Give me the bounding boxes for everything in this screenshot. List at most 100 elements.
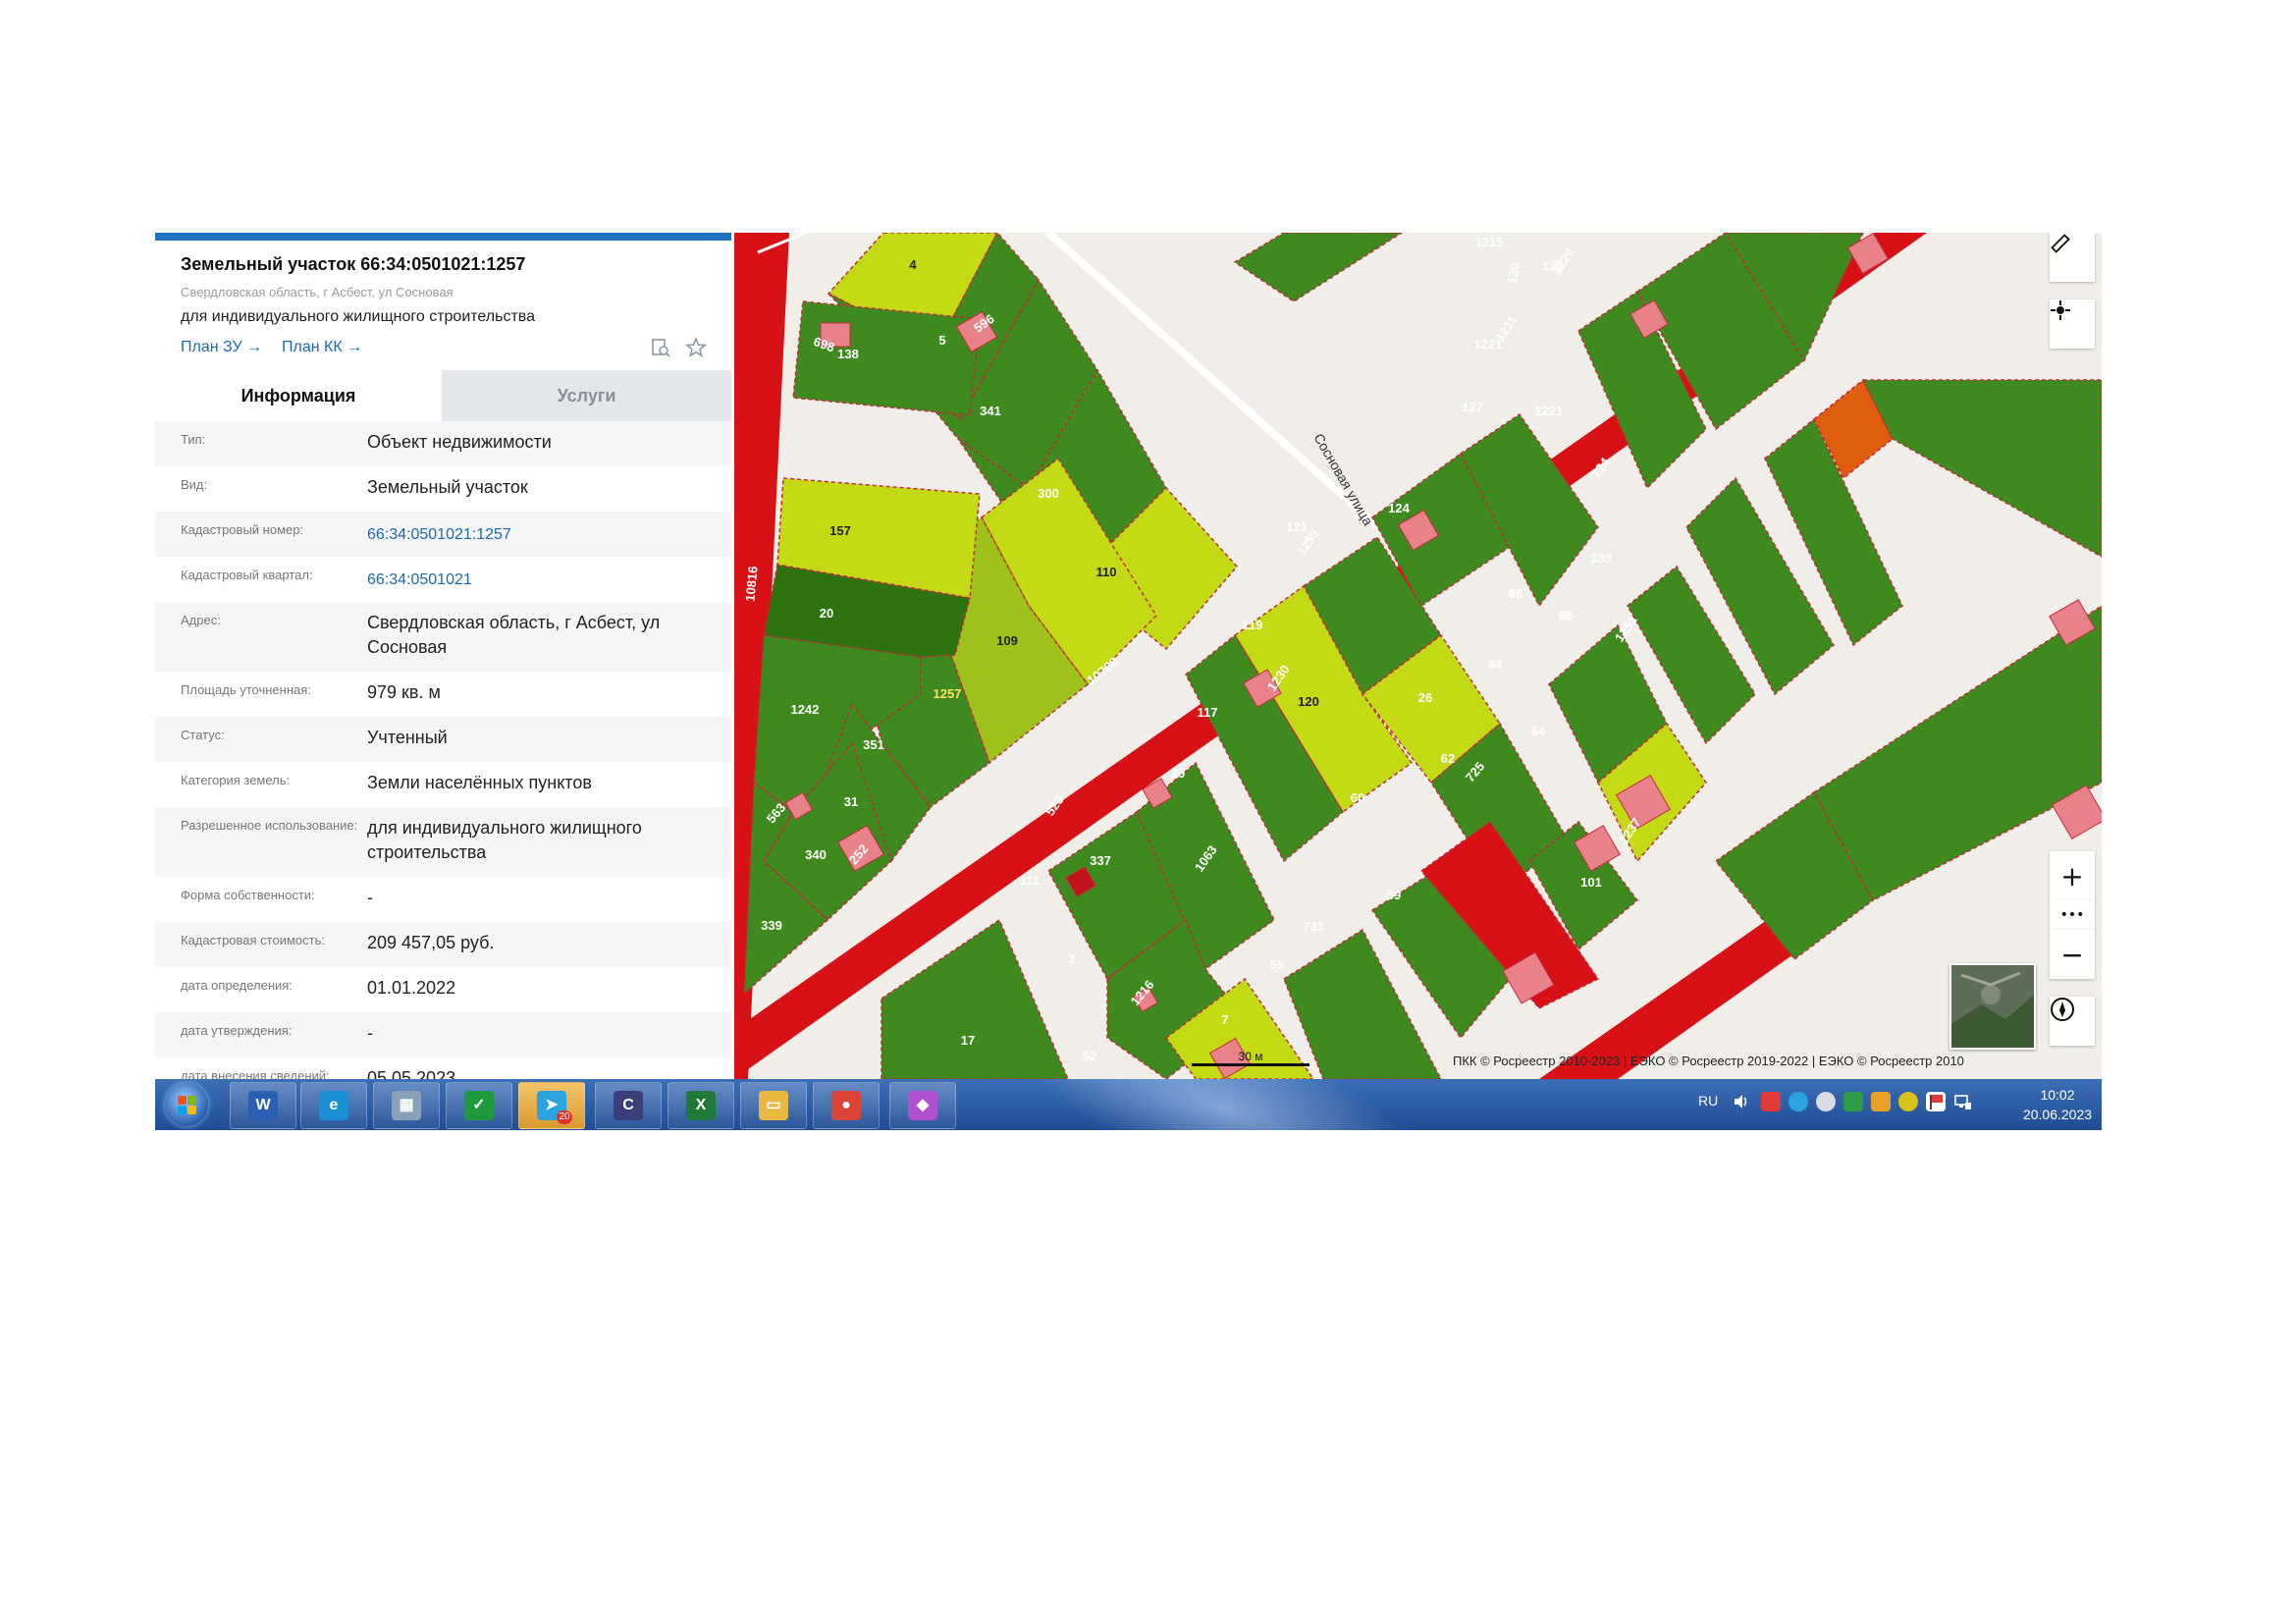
object-purpose: для индивидуального жилищного строительс…: [181, 308, 535, 325]
tray-flag-icon[interactable]: [1926, 1092, 1946, 1111]
label-parcel-5: 5: [938, 333, 945, 348]
start-button[interactable]: [165, 1083, 208, 1126]
start-logo-quad: [187, 1096, 196, 1105]
ie-app-button[interactable]: e: [300, 1082, 367, 1129]
taskbar: We ▦ ✓ ➤ 20 C X ▭ ● ◆ RU 10:02 20.06.2023: [155, 1079, 2102, 1130]
row-label: Статус:: [181, 728, 225, 742]
info-row-cadastral-value: Кадастровая стоимость: 209 457,05 руб.: [155, 922, 731, 967]
label-parcel-157: 157: [829, 523, 851, 538]
ruler-icon[interactable]: [2050, 233, 2095, 282]
label-parcel-20: 20: [820, 606, 833, 621]
label-parcel-119: 119: [1243, 618, 1263, 632]
label-parcel-17: 17: [961, 1033, 975, 1048]
explorer-app-button[interactable]: ▭: [740, 1082, 807, 1129]
row-value: 01.01.2022: [367, 978, 456, 998]
label-parcel-339: 339: [761, 918, 782, 933]
info-row-date-entered: дата внесения сведений: 05.05.2023: [155, 1057, 731, 1079]
row-value: -: [367, 1023, 373, 1043]
cadastral-quarter-link[interactable]: 66:34:0501021: [367, 568, 711, 592]
tray-app-icon-5[interactable]: [1871, 1092, 1891, 1111]
info-row-date-determined: дата определения: 01.01.2022: [155, 967, 731, 1012]
system-clock[interactable]: 10:02 20.06.2023: [2018, 1085, 2097, 1124]
info-row-permitted-use: Разрешенное использование: для индивидуал…: [155, 807, 731, 877]
calculator-icon: ▦: [392, 1091, 421, 1120]
label-parcel-109: 109: [996, 633, 1018, 648]
zoom-in-icon[interactable]: +: [2050, 851, 2095, 900]
label-parcel-130a: 130: [1504, 261, 1522, 285]
info-row-ownership: Форма собственности: -: [155, 877, 731, 922]
locate-icon[interactable]: [2050, 299, 2095, 349]
language-indicator[interactable]: RU: [1698, 1093, 1718, 1109]
row-value: 05.05.2023: [367, 1068, 456, 1079]
search-document-icon[interactable]: [650, 337, 671, 358]
ccleaner-app-button[interactable]: C: [595, 1082, 662, 1129]
zoom-out-icon[interactable]: −: [2050, 930, 2095, 979]
antivirus-app-button[interactable]: ✓: [446, 1082, 512, 1129]
label-parcel-1242: 1242: [791, 702, 820, 717]
calculator-app-button[interactable]: ▦: [373, 1082, 440, 1129]
map-attribution: ПКК © Росреестр 2010-2023 | ЕЭКО © Росре…: [1453, 1054, 1964, 1068]
telegram-app-button[interactable]: ➤ 20: [518, 1082, 585, 1129]
label-parcel-64b: 64: [1531, 724, 1546, 738]
info-row-area: Площадь уточненная: 979 кв. м: [155, 672, 731, 717]
info-rows: Тип: Объект недвижимости Вид: Земельный уч…: [155, 421, 731, 1079]
label-parcel-26: 26: [1418, 690, 1432, 705]
tray-app-icon-1[interactable]: [1761, 1092, 1781, 1111]
label-parcel-121: 121: [1286, 519, 1308, 534]
info-row-kind: Вид: Земельный участок: [155, 466, 731, 512]
label-parcel-337: 337: [1090, 853, 1111, 868]
row-value: -: [367, 888, 373, 907]
row-label: Кадастровая стоимость:: [181, 933, 325, 947]
ccleaner-icon: C: [614, 1091, 643, 1120]
cadastral-number-link[interactable]: 66:34:0501021:1257: [367, 522, 711, 547]
gem-app-button[interactable]: ◆: [889, 1082, 956, 1129]
parcel-698-138[interactable]: [792, 300, 981, 416]
tray-app-icon-2[interactable]: [1789, 1092, 1808, 1111]
more-icon[interactable]: •••: [2050, 900, 2095, 930]
star-icon[interactable]: [684, 336, 708, 358]
row-label: дата утверждения:: [181, 1023, 293, 1038]
excel-icon: X: [686, 1091, 716, 1120]
scale-label: 30 м: [1238, 1050, 1263, 1063]
label-parcel-333: 333: [1590, 551, 1612, 566]
word-app-button[interactable]: W: [230, 1082, 296, 1129]
plan-kk-link[interactable]: План КК →: [282, 339, 362, 356]
parcel-1215[interactable]: [1233, 233, 1404, 302]
info-row-status: Статус: Учтенный: [155, 717, 731, 762]
info-row-type: Тип: Объект недвижимости: [155, 421, 731, 466]
row-label: дата определения:: [181, 978, 293, 993]
compass-icon[interactable]: [2050, 997, 2095, 1046]
start-logo-quad: [178, 1096, 187, 1105]
excel-app-button[interactable]: X: [667, 1082, 734, 1129]
tray-app-icon-3[interactable]: [1816, 1092, 1836, 1111]
map-canvas[interactable]: 4 5 596 341 300 110 109 1257 351 1242 20…: [734, 233, 2102, 1079]
row-label: Форма собственности:: [181, 888, 315, 902]
info-row-cadastral-number: Кадастровый номер: 66:34:0501021:1257: [155, 512, 731, 557]
tray-app-icon-4[interactable]: [1843, 1092, 1863, 1111]
explorer-icon: ▭: [759, 1091, 788, 1120]
network-icon[interactable]: [1953, 1092, 1973, 1111]
tray-app-icon-6[interactable]: [1898, 1092, 1918, 1111]
label-parcel-10816: 10816: [742, 566, 760, 602]
label-parcel-351: 351: [863, 737, 884, 752]
label-parcel-1229: 1229: [1549, 245, 1577, 277]
plan-zu-link[interactable]: План ЗУ →: [181, 339, 262, 356]
object-address-short: Свердловская область, г Асбест, ул Сосно…: [181, 285, 454, 299]
start-logo-quad: [178, 1106, 187, 1114]
tab-services[interactable]: Услуги: [442, 370, 731, 421]
chrome-app-button[interactable]: ●: [813, 1082, 880, 1129]
cadastral-map[interactable]: 4 5 596 341 300 110 109 1257 351 1242 20…: [734, 233, 2102, 1079]
tab-information[interactable]: Информация: [155, 370, 442, 421]
label-parcel-138: 138: [837, 347, 859, 361]
label-parcel-30: 30: [1171, 766, 1185, 781]
row-label: дата внесения сведений:: [181, 1068, 330, 1079]
satellite-thumbnail[interactable]: [1949, 963, 2036, 1050]
scale-bar: [1192, 1063, 1309, 1066]
label-parcel-117: 117: [1198, 705, 1218, 720]
label-parcel-101: 101: [1580, 875, 1602, 890]
label-parcel-52: 52: [1083, 1049, 1096, 1063]
arrow-right-icon: →: [347, 339, 363, 355]
parcel-right-edge[interactable]: [1861, 379, 2102, 558]
clock-date: 20.06.2023: [2022, 1107, 2093, 1122]
volume-icon[interactable]: [1732, 1092, 1751, 1111]
